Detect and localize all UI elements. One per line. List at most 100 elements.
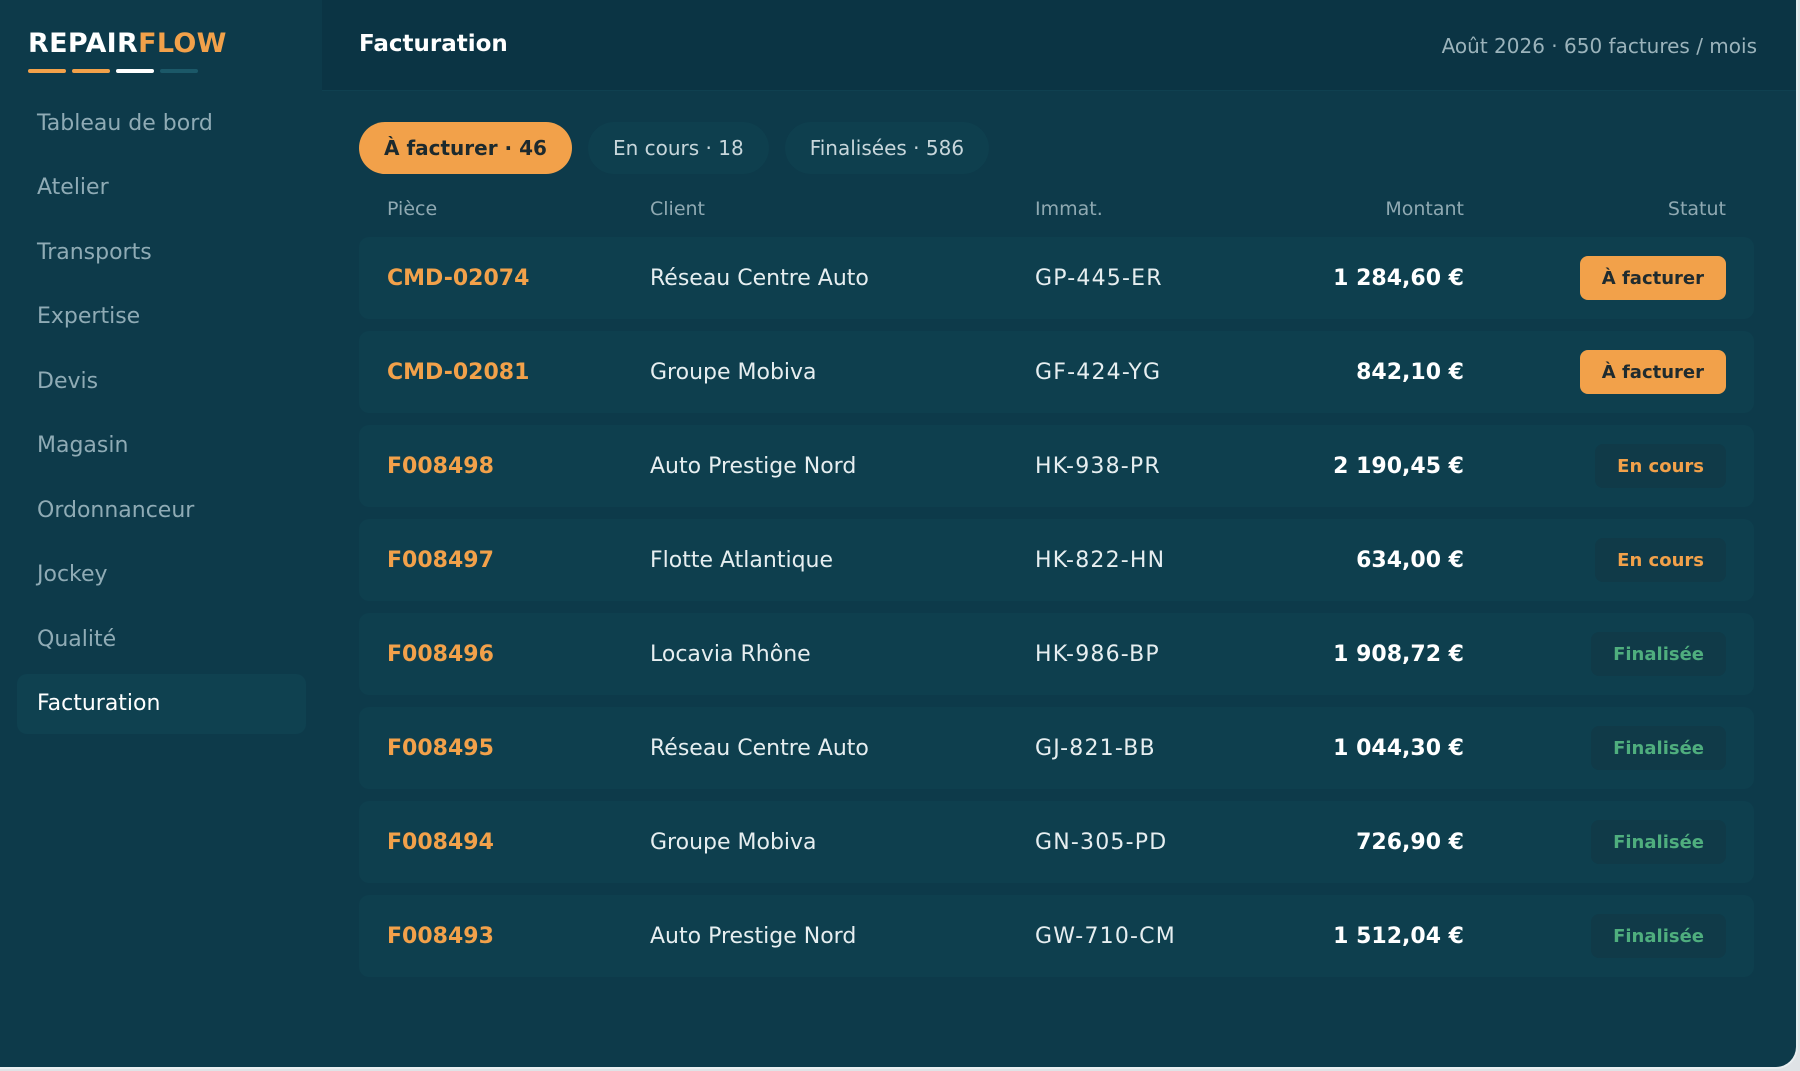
- status-cell: Finalisée: [1591, 801, 1726, 883]
- status-cell: En cours: [1595, 519, 1726, 601]
- table-row[interactable]: F008498 Auto Prestige Nord HK-938-PR 2 190,…: [359, 425, 1754, 507]
- sidebar-item-label: Qualité: [37, 626, 117, 652]
- plate-cell: HK-938-PR: [1035, 453, 1161, 479]
- amount-cell: 842,10 €: [1356, 359, 1464, 385]
- status-badge: Finalisée: [1591, 820, 1726, 864]
- table-header: Pièce Client Immat. Montant Statut: [359, 198, 1754, 226]
- status-cell: Finalisée: [1591, 707, 1726, 789]
- client-cell: Groupe Mobiva: [650, 359, 817, 385]
- sidebar-item-expertise[interactable]: Expertise: [17, 287, 306, 347]
- amount-cell: 1 284,60 €: [1333, 265, 1464, 291]
- filter-tabs: À facturer · 46 En cours · 18 Finalisées ·…: [359, 122, 990, 174]
- page-title: Facturation: [359, 31, 508, 57]
- sidebar-item-jockey[interactable]: Jockey: [17, 545, 306, 605]
- status-badge: À facturer: [1579, 256, 1726, 300]
- table-row[interactable]: F008494 Groupe Mobiva GN-305-PD 726,90 € Fin…: [359, 801, 1754, 883]
- client-cell: Flotte Atlantique: [650, 547, 834, 573]
- sidebar-item-label: Expertise: [37, 304, 141, 329]
- sidebar: REPAIRFLOW Tableau de bord Atelier Transpo…: [0, 0, 322, 1067]
- sidebar-item-label: Atelier: [37, 175, 109, 200]
- sidebar-item-label: Facturation: [37, 691, 161, 716]
- plate-cell: GF-424-YG: [1035, 359, 1162, 385]
- logo-text-flow: FLOW: [138, 28, 227, 59]
- table-row[interactable]: F008493 Auto Prestige Nord GW-710-CM 1 512,…: [359, 895, 1754, 977]
- sidebar-item-label: Tableau de bord: [37, 110, 213, 136]
- status-cell: À facturer: [1579, 237, 1726, 319]
- sidebar-item-tableau-de-bord[interactable]: Tableau de bord: [17, 93, 306, 153]
- logo-bar: [160, 69, 198, 73]
- logo-bar: [72, 69, 110, 73]
- column-header-amount[interactable]: Montant: [1385, 198, 1464, 220]
- piece-cell[interactable]: F008493: [387, 895, 494, 977]
- logo-text-repair: REPAIR: [28, 28, 139, 59]
- client-cell: Réseau Centre Auto: [650, 735, 869, 761]
- top-bar: Facturation Août 2026 · 650 factures / m…: [322, 0, 1796, 91]
- logo-bar: [28, 69, 66, 73]
- sidebar-item-qualite[interactable]: Qualité: [17, 609, 306, 669]
- sidebar-item-ordonnanceur[interactable]: Ordonnanceur: [17, 480, 306, 540]
- sidebar-item-label: Devis: [37, 368, 99, 394]
- amount-cell: 1 908,72 €: [1333, 641, 1464, 667]
- sidebar-item-devis[interactable]: Devis: [17, 351, 306, 411]
- piece-cell[interactable]: F008496: [387, 613, 494, 695]
- plate-cell: GW-710-CM: [1035, 923, 1176, 949]
- invoice-table: CMD-02074 Réseau Centre Auto GP-445-ER 1 28…: [359, 237, 1754, 989]
- sidebar-item-label: Transports: [37, 239, 152, 265]
- table-row[interactable]: CMD-02074 Réseau Centre Auto GP-445-ER 1 28…: [359, 237, 1754, 319]
- piece-cell[interactable]: F008495: [387, 707, 494, 789]
- sidebar-item-label: Jockey: [37, 562, 108, 587]
- status-badge: En cours: [1595, 444, 1726, 488]
- status-badge: En cours: [1595, 538, 1726, 582]
- plate-cell: GP-445-ER: [1035, 265, 1163, 291]
- plate-cell: GN-305-PD: [1035, 829, 1168, 855]
- amount-cell: 1 512,04 €: [1333, 923, 1464, 949]
- amount-cell: 726,90 €: [1356, 829, 1464, 855]
- logo-underline: [28, 69, 198, 73]
- plate-cell: HK-822-HN: [1035, 547, 1166, 573]
- column-header-piece[interactable]: Pièce: [387, 198, 437, 220]
- client-cell: Réseau Centre Auto: [650, 265, 869, 291]
- client-cell: Groupe Mobiva: [650, 829, 817, 855]
- column-header-immat[interactable]: Immat.: [1035, 198, 1103, 220]
- amount-cell: 634,00 €: [1356, 547, 1464, 573]
- main-content: Facturation Août 2026 · 650 factures / m…: [322, 0, 1796, 1067]
- table-row[interactable]: F008495 Réseau Centre Auto GJ-821-BB 1 044,…: [359, 707, 1754, 789]
- sidebar-nav: Tableau de bord Atelier Transports Expertis…: [17, 93, 306, 738]
- piece-cell[interactable]: CMD-02081: [387, 331, 529, 413]
- tab-in-progress[interactable]: En cours · 18: [587, 122, 769, 174]
- sidebar-item-transports[interactable]: Transports: [17, 222, 306, 282]
- column-header-status[interactable]: Statut: [1668, 198, 1726, 220]
- app-logo[interactable]: REPAIRFLOW: [28, 28, 227, 59]
- table-row[interactable]: CMD-02081 Groupe Mobiva GF-424-YG 842,10 € À…: [359, 331, 1754, 413]
- sidebar-item-magasin[interactable]: Magasin: [17, 416, 306, 476]
- amount-cell: 2 190,45 €: [1333, 453, 1464, 479]
- sidebar-item-atelier[interactable]: Atelier: [17, 158, 306, 218]
- app-window: REPAIRFLOW Tableau de bord Atelier Transpo…: [0, 0, 1798, 1069]
- status-badge: Finalisée: [1591, 914, 1726, 958]
- plate-cell: HK-986-BP: [1035, 641, 1160, 667]
- piece-cell[interactable]: F008494: [387, 801, 494, 883]
- tab-to-invoice[interactable]: À facturer · 46: [359, 122, 572, 174]
- client-cell: Auto Prestige Nord: [650, 453, 857, 479]
- period-summary: Août 2026 · 650 factures / mois: [1441, 34, 1757, 58]
- logo-bar: [116, 69, 154, 73]
- piece-cell[interactable]: CMD-02074: [387, 237, 529, 319]
- status-badge: Finalisée: [1591, 632, 1726, 676]
- table-row[interactable]: F008497 Flotte Atlantique HK-822-HN 634,00 …: [359, 519, 1754, 601]
- column-header-client[interactable]: Client: [650, 198, 705, 220]
- amount-cell: 1 044,30 €: [1333, 735, 1464, 761]
- piece-cell[interactable]: F008497: [387, 519, 494, 601]
- client-cell: Locavia Rhône: [650, 641, 811, 667]
- tab-finalized[interactable]: Finalisées · 586: [784, 122, 990, 174]
- sidebar-item-facturation[interactable]: Facturation: [17, 673, 306, 734]
- piece-cell[interactable]: F008498: [387, 425, 494, 507]
- status-badge: Finalisée: [1591, 726, 1726, 770]
- table-row[interactable]: F008496 Locavia Rhône HK-986-BP 1 908,72 € F…: [359, 613, 1754, 695]
- client-cell: Auto Prestige Nord: [650, 923, 857, 949]
- plate-cell: GJ-821-BB: [1035, 735, 1156, 761]
- status-cell: À facturer: [1579, 331, 1726, 413]
- status-cell: En cours: [1595, 425, 1726, 507]
- status-badge: À facturer: [1579, 350, 1726, 394]
- sidebar-item-label: Magasin: [37, 433, 129, 458]
- status-cell: Finalisée: [1591, 895, 1726, 977]
